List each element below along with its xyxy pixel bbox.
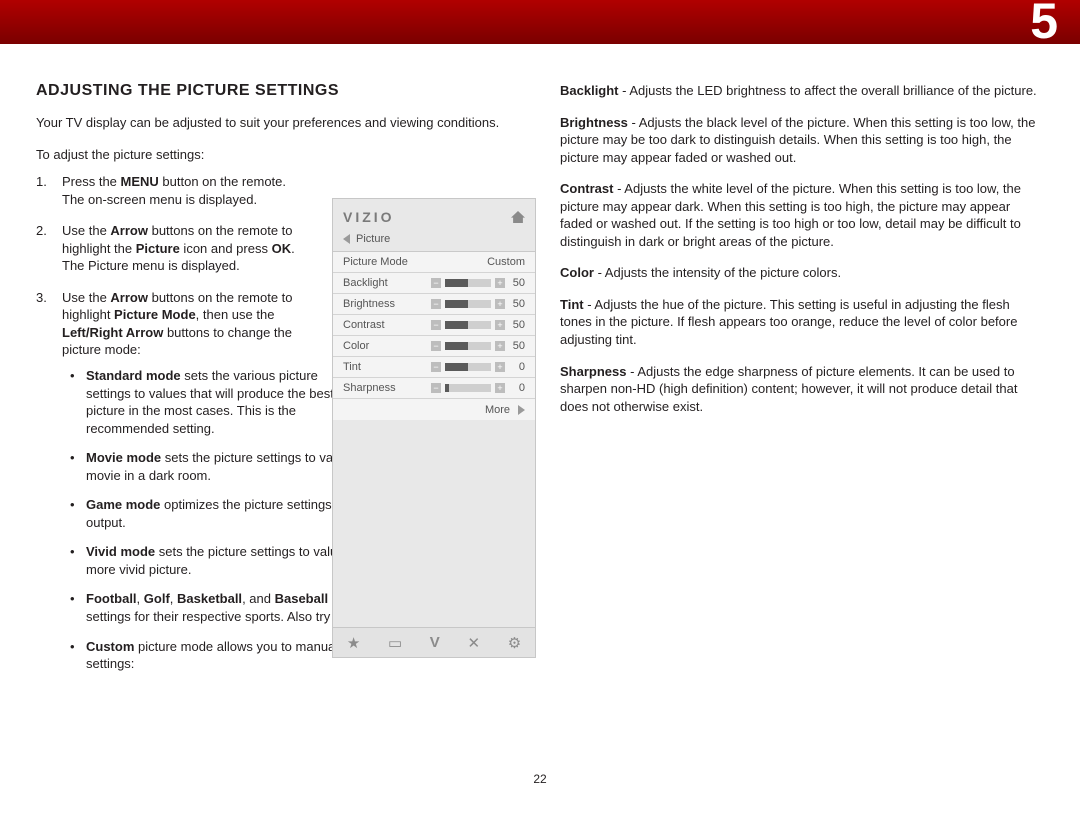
slider-bar[interactable] [445, 321, 491, 329]
slider-value: 50 [509, 277, 525, 289]
crumb-label: Picture [356, 233, 390, 245]
slider-value: 50 [509, 319, 525, 331]
chapter-number: 5 [1030, 0, 1058, 50]
gear-icon[interactable]: ⚙ [508, 634, 521, 652]
osd-row-value: − +50 [431, 340, 525, 352]
slider-value: 0 [509, 361, 525, 373]
osd-text-value: Custom [487, 256, 525, 268]
osd-row[interactable]: Brightness − +50 [333, 294, 535, 315]
v-icon[interactable]: V [430, 634, 440, 651]
osd-row[interactable]: Contrast − +50 [333, 315, 535, 336]
osd-footer: ★ ▭ V ✕ ⚙ [333, 627, 535, 657]
osd-rows: Picture ModeCustomBacklight−+50Brightnes… [333, 252, 535, 420]
osd-row-value: − +50 [431, 319, 525, 331]
plus-icon[interactable]: + [495, 341, 505, 351]
wide-icon[interactable]: ▭ [388, 634, 402, 652]
plus-icon[interactable]: + [495, 320, 505, 330]
bullet-standard: Standard mode sets the various picture s… [62, 367, 334, 437]
osd-breadcrumb[interactable]: Picture [333, 229, 535, 252]
osd-row[interactable]: Backlight − +50 [333, 273, 535, 294]
osd-row-label: Contrast [343, 319, 385, 331]
chapter-header: 5 [0, 0, 1080, 44]
slider-bar[interactable] [445, 363, 491, 371]
section-heading: Adjusting the Picture Settings [36, 82, 520, 100]
slider-bar[interactable] [445, 384, 491, 392]
close-icon[interactable]: ✕ [467, 634, 480, 652]
minus-icon[interactable]: − [431, 341, 441, 351]
plus-icon[interactable]: + [495, 299, 505, 309]
back-icon[interactable] [343, 234, 350, 244]
slider-value: 50 [509, 298, 525, 310]
intro-text: Your TV display can be adjusted to suit … [36, 114, 520, 132]
osd-row-label: Sharpness [343, 382, 396, 394]
minus-icon[interactable]: − [431, 299, 441, 309]
minus-icon[interactable]: − [431, 383, 441, 393]
desc-brightness: Brightness - Adjusts the black level of … [560, 114, 1044, 167]
desc-sharpness: Sharpness - Adjusts the edge sharpness o… [560, 363, 1044, 416]
desc-tint: Tint - Adjusts the hue of the picture. T… [560, 296, 1044, 349]
osd-row-value: Custom [487, 256, 525, 268]
osd-row-label: Backlight [343, 277, 388, 289]
lead-text: To adjust the picture settings: [36, 146, 520, 164]
slider-bar[interactable] [445, 300, 491, 308]
slider-bar[interactable] [445, 279, 491, 287]
slider-value: 50 [509, 340, 525, 352]
right-column: Backlight - Adjusts the LED brightness t… [560, 82, 1044, 782]
osd-row[interactable]: Tint − +0 [333, 357, 535, 378]
osd-row-value: − +0 [431, 361, 525, 373]
osd-brand: VIZIO [343, 209, 395, 225]
desc-color: Color - Adjusts the intensity of the pic… [560, 264, 1044, 282]
minus-icon[interactable]: − [431, 320, 441, 330]
step-1: Press the MENU button on the remote. The… [36, 173, 308, 208]
osd-row-value: − +50 [431, 298, 525, 310]
osd-row-label: Tint [343, 361, 361, 373]
osd-row-value: − +0 [431, 382, 525, 394]
slider-value: 0 [509, 382, 525, 394]
page-body: Adjusting the Picture Settings Your TV d… [0, 44, 1080, 792]
desc-backlight: Backlight - Adjusts the LED brightness t… [560, 82, 1044, 100]
plus-icon[interactable]: + [495, 278, 505, 288]
osd-row-label: Color [343, 340, 369, 352]
star-icon[interactable]: ★ [347, 634, 360, 652]
more-label: More [485, 404, 510, 416]
osd-row[interactable]: Picture Mode Custom [333, 252, 535, 273]
osd-row[interactable]: Color − +50 [333, 336, 535, 357]
home-icon[interactable] [511, 211, 525, 223]
osd-row-value: − +50 [431, 277, 525, 289]
minus-icon[interactable]: − [431, 362, 441, 372]
slider-bar[interactable] [445, 342, 491, 350]
page-number: 22 [0, 772, 1080, 786]
plus-icon[interactable]: + [495, 383, 505, 393]
plus-icon[interactable]: + [495, 362, 505, 372]
minus-icon[interactable]: − [431, 278, 441, 288]
osd-row-label: Picture Mode [343, 256, 408, 268]
desc-contrast: Contrast - Adjusts the white level of th… [560, 180, 1044, 250]
osd-panel: VIZIO Picture Picture Mode Custom Backligh… [332, 198, 536, 658]
osd-row[interactable]: Sharpness − +0 [333, 378, 535, 399]
chevron-right-icon[interactable] [518, 405, 525, 415]
osd-row-label: Brightness [343, 298, 395, 310]
step-2: Use the Arrow buttons on the remote to h… [36, 222, 308, 275]
osd-more[interactable]: More [333, 399, 535, 420]
